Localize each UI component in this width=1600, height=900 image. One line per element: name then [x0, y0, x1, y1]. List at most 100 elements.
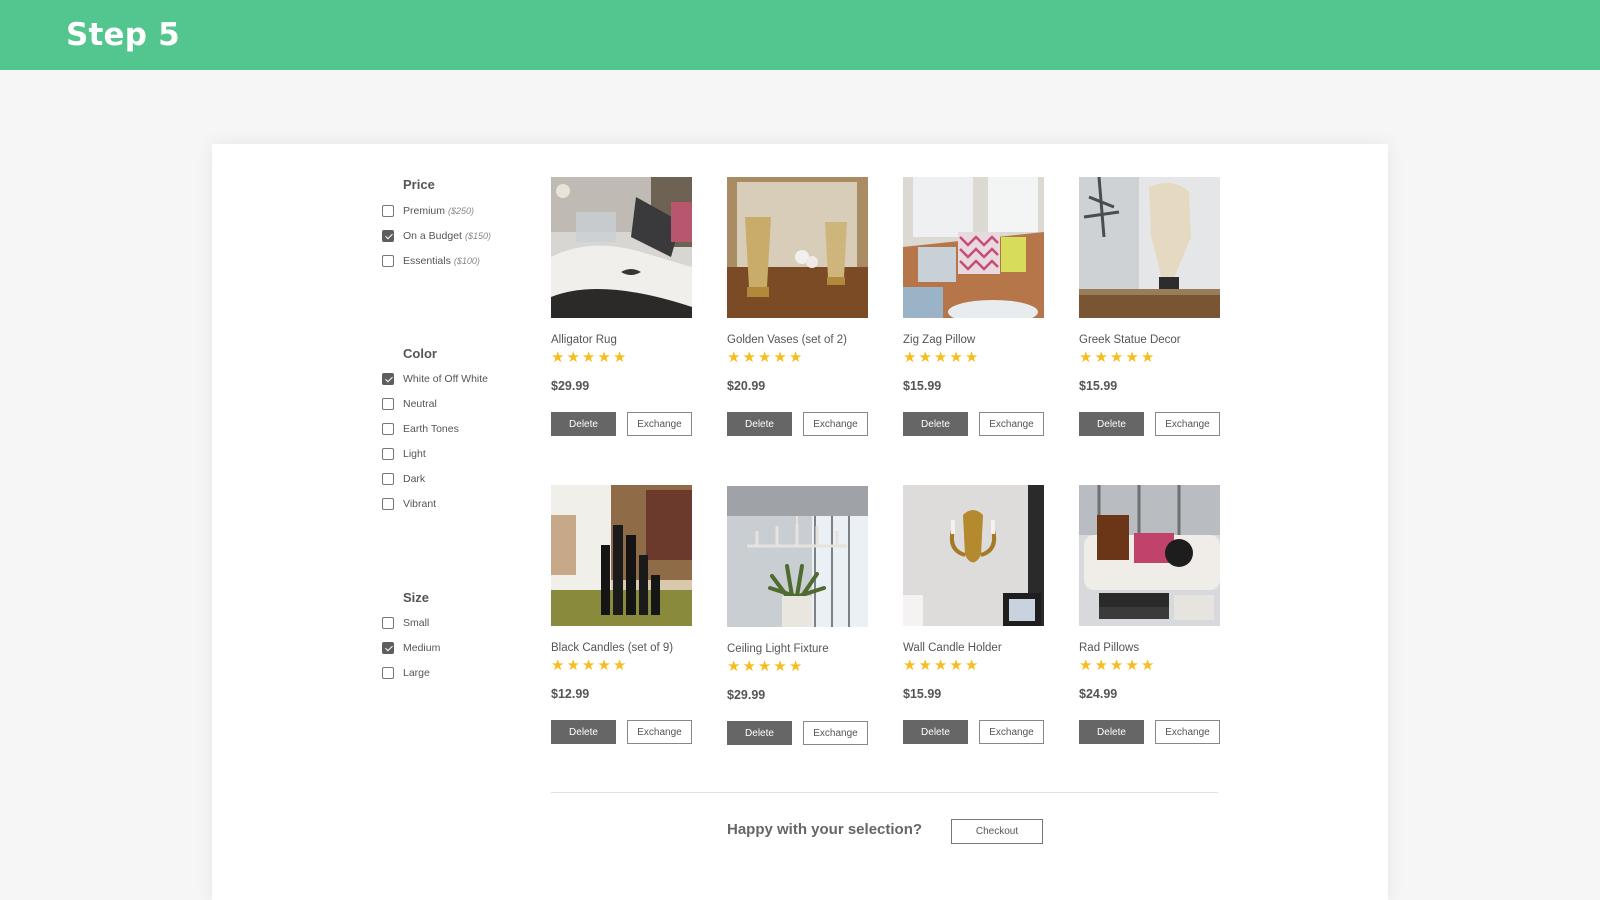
product-card-black-candles: Black Candles (set of 9) ★ ★ ★ ★ ★ $12.99 De…: [551, 485, 692, 744]
product-card-ceiling-light-fixture: Ceiling Light Fixture ★ ★ ★ ★ ★ $29.99 Delet…: [727, 486, 868, 745]
checkbox[interactable]: [382, 667, 394, 679]
exchange-button[interactable]: Exchange: [627, 412, 692, 436]
star-icon: ★: [551, 349, 565, 366]
filter-title-size: Size: [403, 590, 430, 605]
delete-button[interactable]: Delete: [551, 412, 616, 436]
product-image[interactable]: [903, 177, 1044, 318]
divider: [551, 792, 1218, 793]
filter-title-color: Color: [403, 346, 437, 361]
checkbox[interactable]: [382, 617, 394, 629]
checkbox[interactable]: [382, 205, 394, 217]
product-price: $29.99: [727, 688, 766, 702]
filter-option-premium[interactable]: Premium ($250): [382, 203, 474, 219]
star-icon: ★: [742, 658, 756, 675]
product-price: $29.99: [551, 379, 590, 393]
product-image[interactable]: [903, 485, 1044, 626]
checkbox[interactable]: [382, 230, 394, 242]
checkbox[interactable]: [382, 473, 394, 485]
main-panel: Price Premium ($250) On a Budget ($150) …: [212, 144, 1388, 900]
exchange-button[interactable]: Exchange: [979, 412, 1044, 436]
page-title: Step 5: [66, 17, 180, 53]
star-icon: ★: [949, 349, 963, 366]
filter-option-vibrant[interactable]: Vibrant: [382, 496, 436, 512]
product-name: Alligator Rug: [551, 334, 617, 346]
star-icon: ★: [1140, 657, 1155, 674]
product-image[interactable]: [1079, 177, 1220, 318]
rating-stars: ★ ★ ★ ★ ★: [551, 350, 626, 365]
product-name: Zig Zag Pillow: [903, 334, 976, 346]
filter-option-light[interactable]: Light: [382, 446, 426, 462]
checkbox[interactable]: [382, 423, 394, 435]
rating-stars: ★ ★ ★ ★ ★: [1079, 658, 1154, 673]
star-icon: ★: [1094, 657, 1108, 674]
product-image[interactable]: [551, 177, 692, 318]
checkbox[interactable]: [382, 448, 394, 460]
star-icon: ★: [1109, 657, 1124, 674]
delete-button[interactable]: Delete: [1079, 720, 1144, 744]
filter-option-neutral[interactable]: Neutral: [382, 396, 437, 412]
filter-option-medium[interactable]: Medium: [382, 640, 440, 656]
star-icon: ★: [788, 349, 803, 366]
product-price: $15.99: [903, 687, 942, 701]
filter-option-small[interactable]: Small: [382, 615, 429, 631]
star-icon: ★: [903, 349, 917, 366]
filter-option-dark[interactable]: Dark: [382, 471, 425, 487]
exchange-button[interactable]: Exchange: [803, 721, 868, 745]
exchange-button[interactable]: Exchange: [979, 720, 1044, 744]
product-image[interactable]: [551, 485, 692, 626]
star-icon: ★: [612, 349, 627, 366]
exchange-button[interactable]: Exchange: [1155, 720, 1220, 744]
star-icon: ★: [597, 349, 611, 366]
star-icon: ★: [612, 657, 627, 674]
checkbox[interactable]: [382, 373, 394, 385]
delete-button[interactable]: Delete: [903, 720, 968, 744]
exchange-button[interactable]: Exchange: [803, 412, 868, 436]
product-image[interactable]: [727, 486, 868, 627]
product-price: $15.99: [1079, 379, 1118, 393]
top-banner: Step 5: [0, 0, 1600, 70]
product-price: $20.99: [727, 379, 766, 393]
star-icon: ★: [964, 657, 979, 674]
delete-button[interactable]: Delete: [551, 720, 616, 744]
star-icon: ★: [918, 349, 932, 366]
product-card-golden-vases: Golden Vases (set of 2) ★ ★ ★ ★ ★ $20.99 Del…: [727, 177, 868, 436]
product-card-rad-pillows: Rad Pillows ★ ★ ★ ★ ★ $24.99 Delete Exchange: [1079, 485, 1220, 744]
rating-stars: ★ ★ ★ ★ ★: [1079, 350, 1154, 365]
star-icon: ★: [566, 657, 580, 674]
star-icon: ★: [1079, 349, 1093, 366]
star-icon: ★: [551, 657, 565, 674]
checkbox[interactable]: [382, 498, 394, 510]
filter-option-earth-tones[interactable]: Earth Tones: [382, 421, 459, 437]
rating-stars: ★ ★ ★ ★ ★: [727, 350, 802, 365]
star-icon: ★: [964, 349, 979, 366]
filter-title-price: Price: [403, 177, 435, 192]
star-icon: ★: [742, 349, 756, 366]
product-price: $24.99: [1079, 687, 1118, 701]
filter-option-large[interactable]: Large: [382, 665, 430, 681]
checkbox[interactable]: [382, 255, 394, 267]
product-image[interactable]: [1079, 485, 1220, 626]
star-icon: ★: [581, 657, 596, 674]
star-icon: ★: [788, 658, 803, 675]
delete-button[interactable]: Delete: [727, 721, 792, 745]
star-icon: ★: [757, 658, 772, 675]
filter-option-white-of-off-white[interactable]: White of Off White: [382, 371, 488, 387]
delete-button[interactable]: Delete: [1079, 412, 1144, 436]
star-icon: ★: [1079, 657, 1093, 674]
exchange-button[interactable]: Exchange: [1155, 412, 1220, 436]
delete-button[interactable]: Delete: [903, 412, 968, 436]
filter-option-essentials[interactable]: Essentials ($100): [382, 253, 480, 269]
product-card-wall-candle-holder: Wall Candle Holder ★ ★ ★ ★ ★ $15.99 Delete E…: [903, 485, 1044, 744]
checkbox[interactable]: [382, 642, 394, 654]
star-icon: ★: [1125, 349, 1139, 366]
star-icon: ★: [727, 658, 741, 675]
filter-option-on-a-budget[interactable]: On a Budget ($150): [382, 228, 491, 244]
product-price: $12.99: [551, 687, 590, 701]
delete-button[interactable]: Delete: [727, 412, 792, 436]
checkbox[interactable]: [382, 398, 394, 410]
exchange-button[interactable]: Exchange: [627, 720, 692, 744]
checkout-button[interactable]: Checkout: [951, 819, 1043, 844]
rating-stars: ★ ★ ★ ★ ★: [903, 658, 978, 673]
product-image[interactable]: [727, 177, 868, 318]
product-card-zig-zag-pillow: Zig Zag Pillow ★ ★ ★ ★ ★ $15.99 Delete Excha…: [903, 177, 1044, 436]
